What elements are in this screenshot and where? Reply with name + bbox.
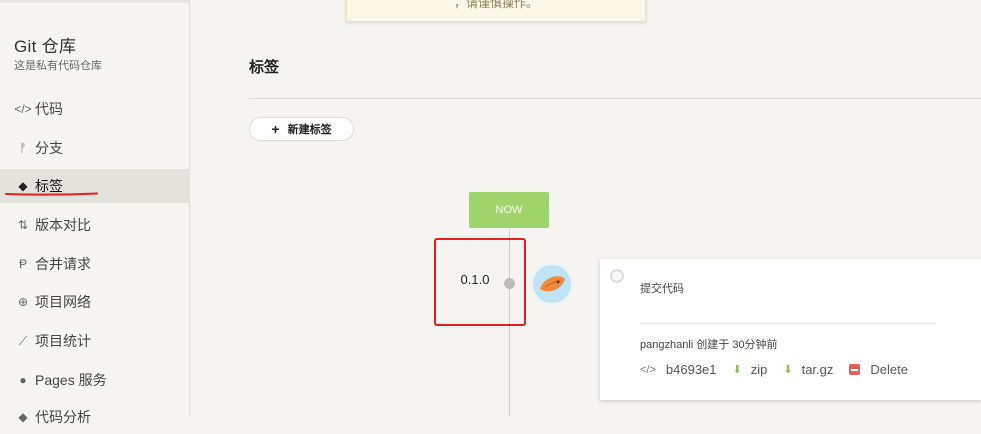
pages-icon: ● — [19, 373, 27, 387]
repo-title: Git 仓库 — [14, 37, 77, 56]
delete-label: Delete — [870, 362, 908, 377]
sidebar-item-label: 代码 — [35, 101, 63, 117]
sidebar-item-label: 项目网络 — [35, 294, 91, 310]
sidebar-item-compare[interactable]: ⇅ 版本对比 — [0, 208, 189, 242]
now-marker: NOW — [469, 192, 549, 228]
commit-card: 提交代码 pangzhanli 创建于 30分钟前 </> b4693e1 ⬇ … — [600, 259, 981, 400]
code-icon: </> — [14, 102, 32, 116]
sidebar-item-pages[interactable]: ● Pages 服务 — [0, 363, 189, 397]
sidebar-item-label: 分支 — [35, 140, 63, 156]
red-underline-annotation — [5, 192, 98, 196]
plus-icon: + — [271, 121, 280, 137]
sidebar-item-tags[interactable]: ◆ 标签 — [0, 169, 189, 203]
branch-icon: ᚠ — [19, 141, 27, 155]
divider — [249, 98, 981, 99]
commit-hash: b4693e1 — [665, 362, 717, 377]
avatar-image — [540, 276, 565, 292]
warning-toast: ，请谨慎操作。 — [346, 0, 646, 22]
tag-actions: </> b4693e1 ⬇ zip ⬇ tar.gz Delete — [640, 362, 924, 377]
new-tag-button-label: 新建标签 — [287, 124, 332, 136]
sidebar-item-label: 代码分析 — [35, 409, 91, 425]
sidebar-item-code[interactable]: </> 代码 — [0, 92, 189, 126]
tag-icon: ◆ — [18, 179, 28, 193]
commit-meta: pangzhanli 创建于 30分钟前 — [640, 339, 778, 351]
network-icon: ⊕ — [17, 295, 29, 309]
analysis-icon: ◆ — [18, 410, 28, 424]
commit-message: 提交代码 — [640, 283, 684, 295]
commit-hash-link[interactable]: </> b4693e1 — [640, 362, 717, 377]
delete-tag-button[interactable]: Delete — [849, 362, 908, 377]
sidebar-item-label: 版本对比 — [35, 217, 91, 233]
targz-download-link[interactable]: ⬇ tar.gz — [783, 362, 833, 377]
card-divider — [640, 323, 936, 324]
sidebar-item-label: 合并请求 — [35, 256, 91, 272]
sidebar-item-label: Pages 服务 — [35, 372, 107, 388]
sidebar-top-edge — [0, 0, 189, 3]
avatar[interactable] — [531, 263, 573, 305]
red-box-annotation — [434, 238, 526, 326]
page-title: 标签 — [249, 59, 280, 76]
new-tag-button[interactable]: + 新建标签 — [249, 117, 354, 141]
sidebar-item-analysis[interactable]: ◆ 代码分析 — [0, 400, 189, 434]
merge-request-icon: Ᵽ — [18, 257, 27, 271]
zip-download-link[interactable]: ⬇ zip — [733, 362, 768, 377]
repo-subtitle: 这是私有代码仓库 — [14, 60, 102, 72]
sidebar-item-branches[interactable]: ᚠ 分支 — [0, 131, 189, 165]
compare-icon: ⇅ — [17, 218, 29, 232]
stats-icon: ⟋ — [18, 333, 28, 348]
zip-label: zip — [750, 362, 768, 377]
sidebar-item-label: 项目统计 — [35, 333, 91, 349]
targz-label: tar.gz — [801, 362, 834, 377]
download-icon: ⬇ — [783, 364, 793, 376]
sidebar-item-merge-requests[interactable]: Ᵽ 合并请求 — [0, 247, 189, 281]
card-status-circle — [610, 269, 624, 283]
sidebar: Git 仓库 这是私有代码仓库 </> 代码 ᚠ 分支 ◆ 标签 ⇅ 版本对比 … — [0, 0, 190, 425]
delete-icon — [849, 364, 861, 375]
sidebar-item-network[interactable]: ⊕ 项目网络 — [0, 285, 189, 319]
sidebar-item-stats[interactable]: ⟋ 项目统计 — [0, 324, 189, 358]
code-icon: </> — [640, 363, 656, 376]
download-icon: ⬇ — [732, 364, 742, 376]
